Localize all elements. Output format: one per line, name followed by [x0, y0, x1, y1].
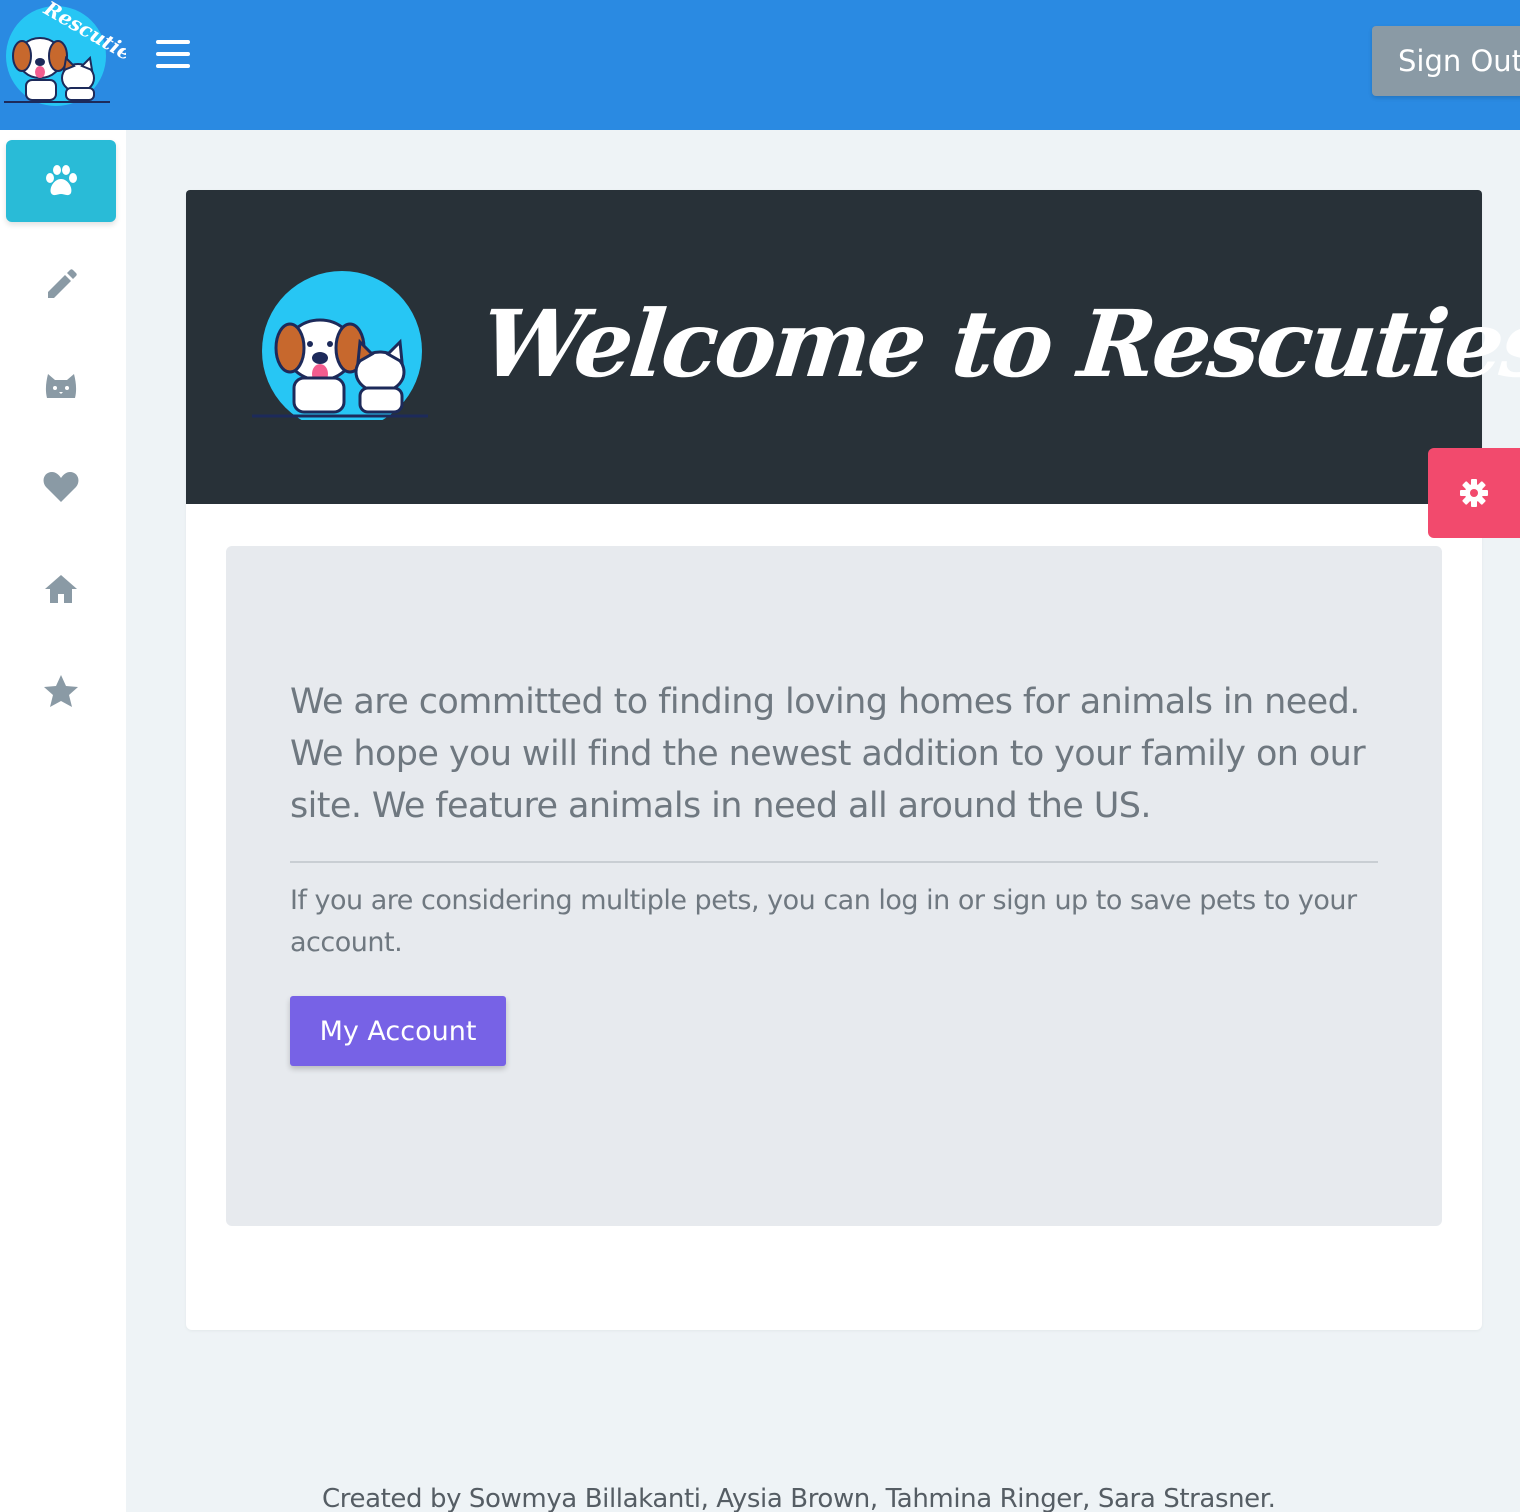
intro-lead-text: We are committed to finding loving homes… [290, 682, 1366, 826]
intro-panel: We are committed to finding loving homes… [226, 546, 1442, 1226]
divider [290, 861, 1378, 863]
star-icon [44, 675, 78, 707]
sidebar-item-featured[interactable] [6, 650, 116, 732]
cat-icon [45, 374, 77, 398]
sidebar-item-favorites[interactable] [6, 446, 116, 528]
pencil-icon [48, 269, 77, 298]
hero-title: Welcome to Rescuties [476, 290, 1520, 398]
settings-button[interactable] [1428, 448, 1520, 538]
sidebar-item-home[interactable] [6, 548, 116, 630]
intro-sub-text: If you are considering multiple pets, yo… [290, 885, 1357, 958]
footer-credits: Created by Sowmya Billakanti, Aysia Brow… [322, 1484, 1276, 1512]
sidebar-item-edit[interactable] [6, 242, 116, 324]
sidebar-item-cats[interactable] [6, 344, 116, 426]
hamburger-menu-icon[interactable] [156, 40, 194, 72]
my-account-button[interactable]: My Account [290, 996, 506, 1066]
home-icon [45, 575, 77, 603]
hero-logo [252, 271, 428, 420]
heart-icon [43, 472, 79, 502]
hero-banner: Welcome to Rescuties [186, 190, 1520, 504]
top-navbar: Rescuties Sign Out [0, 0, 1520, 130]
sidebar [0, 130, 126, 1512]
welcome-card: Welcome to Rescuties We are committed to… [186, 190, 1520, 1330]
brand-logo[interactable]: Rescuties [0, 0, 126, 108]
gear-icon [1460, 479, 1488, 507]
paw-icon [46, 165, 77, 196]
sidebar-item-pets[interactable] [6, 140, 116, 222]
sign-out-button[interactable]: Sign Out [1372, 26, 1520, 96]
